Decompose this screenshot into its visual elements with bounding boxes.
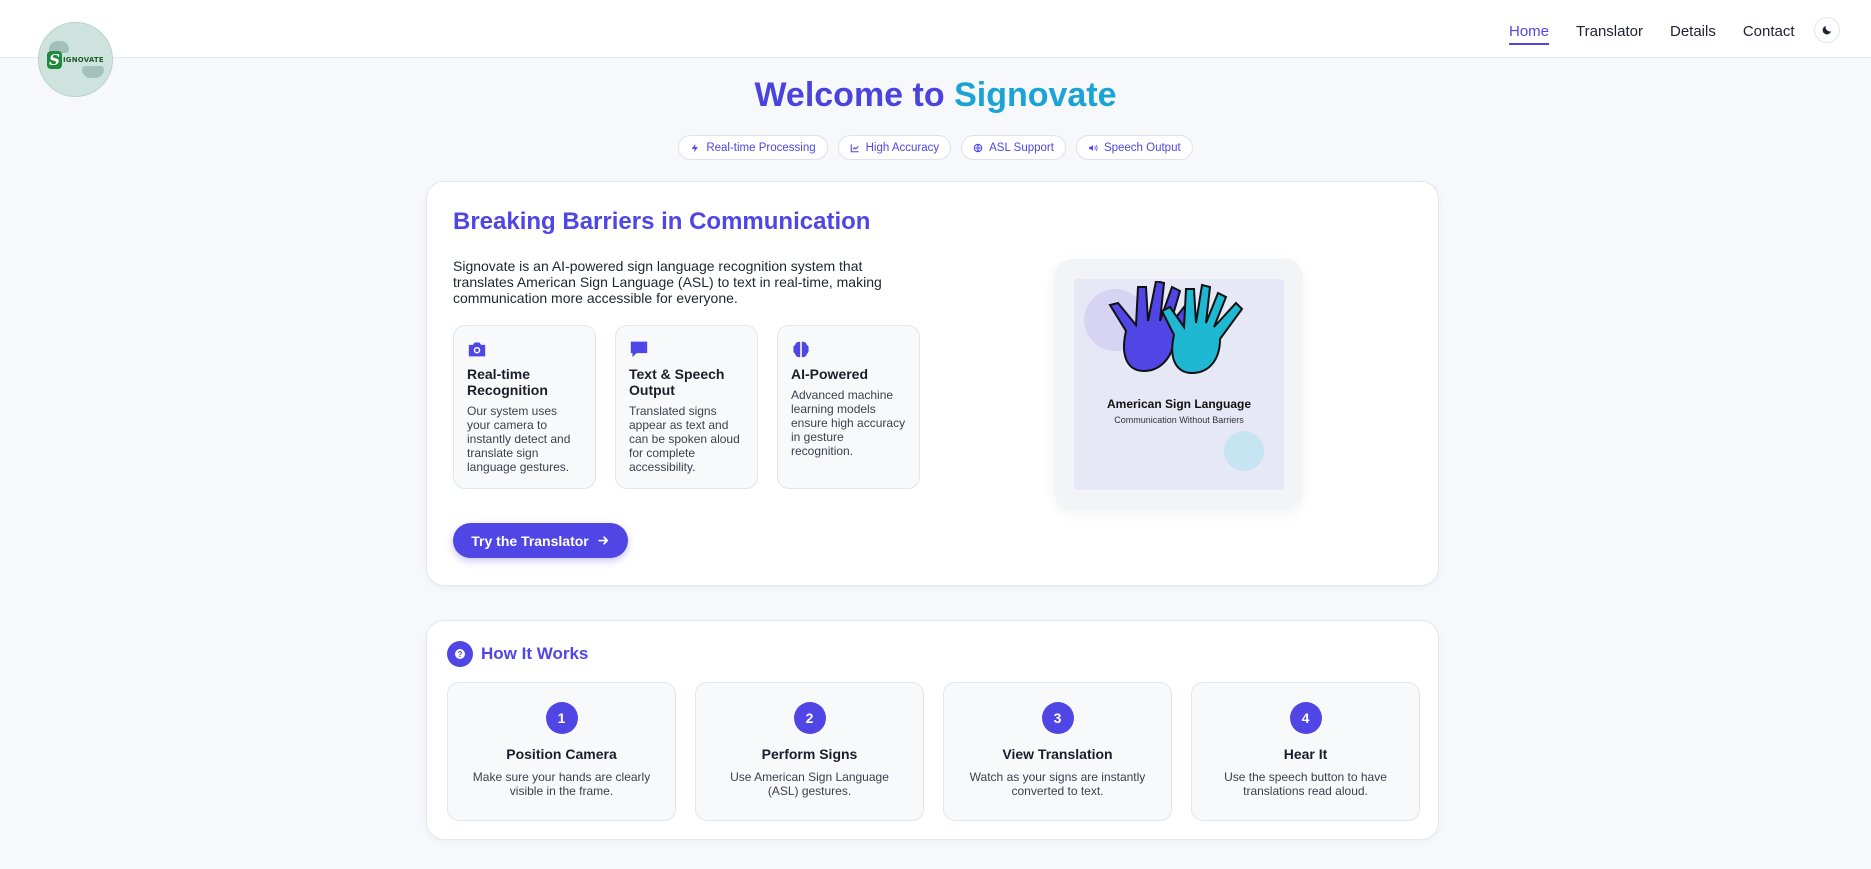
- title-part2: Signovate: [954, 76, 1117, 114]
- bolt-icon: [691, 143, 699, 152]
- asl-illustration: American Sign Language Communication Wit…: [1074, 279, 1284, 490]
- step-title: Hear It: [1283, 746, 1328, 762]
- step-title: Position Camera: [506, 746, 617, 762]
- feature-title: Text & Speech Output: [629, 366, 725, 398]
- nav-details[interactable]: Details: [1670, 23, 1716, 45]
- illustration-subtitle: Communication Without Barriers: [1114, 415, 1244, 425]
- step-title: View Translation: [1002, 746, 1113, 762]
- chip-label: Speech Output: [1103, 141, 1181, 154]
- chip-realtime: Real-time Processing: [678, 135, 828, 160]
- cta-label: Try the Translator: [471, 532, 589, 549]
- feature-desc: Advanced machine learning models ensure …: [791, 388, 906, 458]
- step-desc: Make sure your hands are clearly visible…: [472, 770, 651, 798]
- how-heading-row: ? How It Works: [447, 641, 588, 667]
- step-number: 4: [1289, 702, 1322, 734]
- step-title: Perform Signs: [761, 746, 858, 762]
- asl-illustration-frame: American Sign Language Communication Wit…: [1054, 259, 1303, 510]
- hands-icon: [1108, 281, 1244, 375]
- logo-wordmark: S IGNOVATE: [47, 50, 104, 69]
- top-navbar: Home Translator Details Contact: [0, 0, 1871, 58]
- page-title: Welcome to Signovate: [0, 76, 1871, 115]
- logo-word: IGNOVATE: [62, 55, 104, 64]
- nav-translator[interactable]: Translator: [1576, 23, 1643, 45]
- brain-icon: [793, 341, 809, 358]
- intro-heading: Breaking Barriers in Communication: [453, 208, 871, 235]
- feature-card-output: Text & Speech Output Translated signs ap…: [615, 325, 758, 489]
- feature-desc: Our system uses your camera to instantly…: [467, 404, 571, 474]
- feature-title: Real-time Recognition: [467, 366, 548, 398]
- step-desc: Use the speech button to have translatio…: [1224, 770, 1387, 798]
- feature-title: AI-Powered: [791, 366, 869, 382]
- globe-icon: [973, 143, 983, 152]
- speaker-icon: [1089, 144, 1098, 151]
- step-card: 4 Hear It Use the speech button to have …: [1191, 682, 1420, 821]
- step-number: 2: [793, 702, 826, 734]
- feature-desc: Translated signs appear as text and can …: [629, 404, 740, 474]
- intro-card: Breaking Barriers in Communication Signo…: [426, 181, 1439, 586]
- camera-icon: [468, 342, 486, 357]
- title-part1: Welcome to: [754, 76, 945, 114]
- main-nav: Home Translator Details Contact: [1509, 23, 1795, 45]
- try-translator-button[interactable]: Try the Translator: [453, 523, 628, 558]
- step-card: 1 Position Camera Make sure your hands a…: [447, 682, 676, 821]
- step-card: 3 View Translation Watch as your signs a…: [943, 682, 1172, 821]
- chip-label: High Accuracy: [865, 141, 940, 154]
- feature-chips: Real-time Processing High Accuracy ASL S…: [0, 135, 1871, 160]
- intro-text: Signovate is an AI-powered sign language…: [453, 258, 882, 306]
- arrow-right-icon: [598, 536, 608, 545]
- feature-card-ai: AI-Powered Advanced machine learning mod…: [777, 325, 920, 489]
- decor-circle: [1224, 431, 1264, 471]
- how-it-works-card: ? How It Works 1 Position Camera Make su…: [426, 620, 1439, 840]
- speech-bubble-icon: [630, 341, 648, 358]
- chip-label: ASL Support: [989, 141, 1054, 154]
- chip-asl: ASL Support: [961, 135, 1066, 160]
- how-heading: How It Works: [481, 644, 589, 663]
- theme-toggle-button[interactable]: [1814, 17, 1840, 43]
- step-card: 2 Perform Signs Use American Sign Langua…: [695, 682, 924, 821]
- moon-icon: [1822, 26, 1831, 35]
- logo-initial: S: [47, 50, 62, 69]
- chip-speech: Speech Output: [1075, 135, 1193, 160]
- nav-home[interactable]: Home: [1509, 23, 1550, 45]
- step-number: 3: [1041, 702, 1074, 734]
- step-desc: Watch as your signs are instantly conver…: [969, 770, 1146, 798]
- chart-line-icon: [850, 143, 859, 152]
- chip-label: Real-time Processing: [706, 141, 816, 154]
- step-number: 1: [545, 702, 578, 734]
- nav-contact[interactable]: Contact: [1743, 23, 1795, 45]
- question-icon: ?: [447, 641, 473, 667]
- step-desc: Use American Sign Language (ASL) gesture…: [730, 770, 889, 798]
- chip-accuracy: High Accuracy: [837, 135, 952, 160]
- illustration-title: American Sign Language: [1106, 397, 1252, 411]
- signovate-logo[interactable]: S IGNOVATE: [38, 22, 113, 97]
- feature-card-realtime: Real-time Recognition Our system uses yo…: [453, 325, 596, 489]
